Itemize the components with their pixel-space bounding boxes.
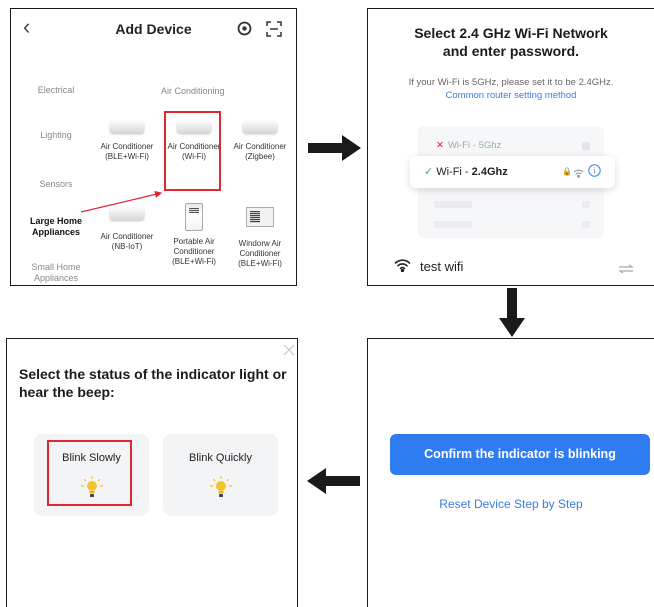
- svg-text:i: i: [594, 167, 596, 176]
- placeholder-icon: [582, 142, 590, 150]
- wifi-24-prefix: Wi-Fi -: [436, 166, 472, 178]
- wifi-select-screen: Select 2.4 GHz Wi-Fi Network and enter p…: [367, 8, 654, 286]
- current-wifi-name: test wifi: [420, 259, 464, 274]
- wifi-24-item[interactable]: ✓ Wi-Fi - 2.4Ghz 🔒 i: [410, 156, 615, 188]
- wifi-icon: [394, 258, 411, 277]
- arrow-left-icon: [307, 468, 360, 494]
- info-icon[interactable]: i: [588, 164, 601, 182]
- wifi-title-line2: and enter password.: [442, 43, 580, 59]
- wifi-hint: If your Wi-Fi is 5GHz, please set it to …: [408, 77, 614, 88]
- placeholder-bar: [582, 201, 590, 208]
- switch-network-icon[interactable]: [618, 261, 634, 279]
- wifi-5g-label: Wi-Fi - 5Ghz: [447, 140, 502, 151]
- placeholder-bar: [434, 221, 472, 228]
- pointer-arrow: [80, 190, 163, 213]
- wifi-title: Select 2.4 GHz Wi-Fi Network and enter p…: [368, 24, 654, 60]
- wifi-24-band: 2.4Ghz: [471, 166, 508, 178]
- arrow-right-icon: [308, 135, 361, 161]
- placeholder-bar: [434, 201, 472, 208]
- check-icon: ✓: [424, 166, 434, 178]
- indicator-status-screen: Select the status of the indicator light…: [6, 338, 298, 607]
- wifi-subtitle: If your Wi-Fi is 5GHz, please set it to …: [368, 76, 654, 102]
- indicator-title: Select the status of the indicator light…: [19, 366, 287, 400]
- blink-quickly-label: Blink Quickly: [189, 452, 252, 464]
- lightbulb-icon: [210, 476, 232, 505]
- wifi-title-line1: Select 2.4 GHz Wi-Fi Network: [414, 25, 608, 41]
- wifi-signal-icon: [573, 165, 584, 183]
- cross-icon: ✕: [436, 140, 444, 151]
- wifi-24-label: ✓ Wi-Fi - 2.4Ghz: [424, 165, 508, 178]
- lock-icon: 🔒: [562, 167, 572, 176]
- blink-quickly-option[interactable]: Blink Quickly: [163, 434, 278, 516]
- reset-device-link[interactable]: Reset Device Step by Step: [368, 497, 654, 511]
- wifi-5g-item[interactable]: ✕ Wi-Fi - 5Ghz: [436, 140, 501, 151]
- add-device-screen: ‹ Add Device Electrical Lighting Sensors…: [10, 8, 297, 286]
- close-icon[interactable]: [283, 343, 295, 361]
- router-setting-link[interactable]: Common router setting method: [368, 89, 654, 102]
- confirm-blinking-button[interactable]: Confirm the indicator is blinking: [390, 434, 650, 475]
- arrow-down-icon: [499, 288, 525, 337]
- placeholder-bar: [582, 221, 590, 228]
- selection-highlight: [47, 440, 132, 506]
- confirm-screen: Confirm the indicator is blinking Reset …: [367, 338, 654, 607]
